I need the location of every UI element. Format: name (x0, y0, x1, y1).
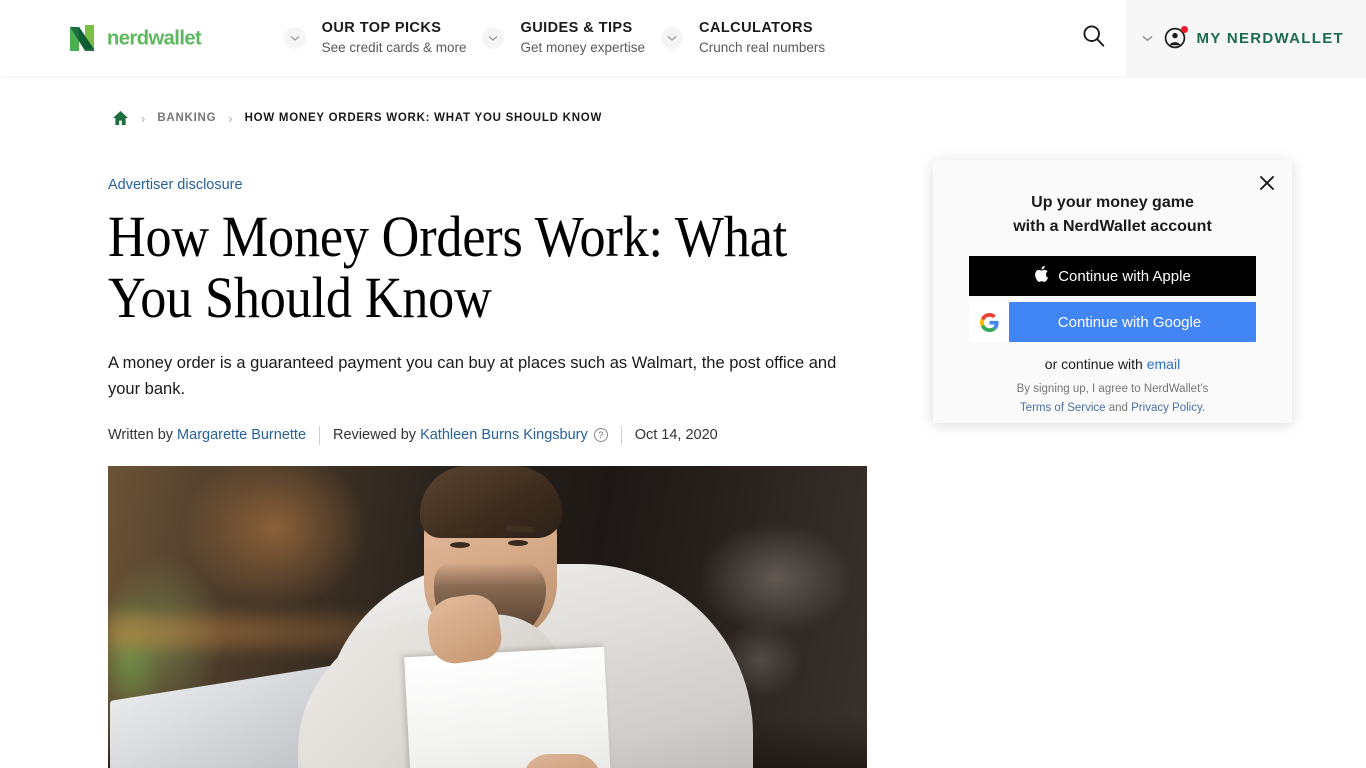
byline: Written by Margarette Burnette Reviewed … (108, 424, 900, 446)
nav-group-top-picks: OUR TOP PICKS See credit cards & more (283, 20, 483, 56)
svg-text:nerdwallet: nerdwallet (107, 27, 202, 49)
hero-person-eye-left (450, 542, 470, 548)
nerdwallet-logo-icon (68, 23, 98, 53)
continue-with-apple-button[interactable]: Continue with Apple (969, 256, 1256, 296)
article-header: Advertiser disclosure How Money Orders W… (0, 118, 900, 446)
close-icon[interactable] (1256, 172, 1278, 194)
hero-image (108, 466, 867, 768)
or-continue-label: or continue with (1044, 356, 1147, 372)
primary-nav: OUR TOP PICKS See credit cards & more GU… (283, 0, 841, 76)
hero-paper (404, 646, 612, 768)
logo-link[interactable]: nerdwallet (0, 0, 254, 76)
continue-with-google-button[interactable]: Continue with Google (969, 302, 1256, 342)
publish-date: Oct 14, 2020 (634, 427, 718, 443)
hero-person-hair (420, 466, 562, 538)
reviewer-link[interactable]: Kathleen Burns Kingsbury (420, 427, 588, 443)
chevron-down-icon[interactable] (661, 27, 684, 49)
author-link[interactable]: Margarette Burnette (177, 427, 306, 443)
site-header: nerdwallet OUR TOP PICKS See credit card… (0, 0, 1366, 76)
my-nerdwallet-label: MY NERDWALLET (1196, 29, 1344, 47)
legal-period: . (1201, 402, 1206, 414)
legal-text: By signing up, I agree to NerdWallet’s T… (933, 380, 1292, 418)
chevron-down-icon (1142, 29, 1153, 47)
page-content: › BANKING › HOW MONEY ORDERS WORK: WHAT … (0, 76, 1366, 768)
nav-item-our-top-picks[interactable]: OUR TOP PICKS See credit cards & more (306, 20, 483, 56)
advertiser-disclosure-link[interactable]: Advertiser disclosure (108, 177, 243, 193)
nav-item-subtitle: Get money expertise (520, 40, 646, 55)
nav-group-guides-tips: GUIDES & TIPS Get money expertise (482, 20, 661, 56)
legal-line-1: By signing up, I agree to NerdWallet’s (1016, 383, 1209, 395)
nav-item-title: GUIDES & TIPS (520, 20, 633, 36)
nav-item-subtitle: See credit cards & more (321, 40, 467, 55)
email-signup-link[interactable]: email (1147, 356, 1180, 372)
nav-item-subtitle: Crunch real numbers (699, 40, 826, 55)
search-button[interactable] (1062, 0, 1126, 76)
notification-dot (1180, 26, 1188, 33)
signup-modal: Up your money game with a NerdWallet acc… (933, 160, 1292, 423)
legal-and: and (1105, 402, 1132, 414)
modal-title-line1: Up your money game (1031, 194, 1194, 211)
reviewed-by-label: Reviewed by (333, 427, 417, 443)
byline-divider (620, 425, 622, 445)
header-right-actions: MY NERDWALLET (1062, 0, 1366, 76)
my-nerdwallet-button[interactable]: MY NERDWALLET (1125, 0, 1366, 76)
nav-item-title: OUR TOP PICKS (321, 20, 442, 36)
avatar-icon (1164, 26, 1188, 49)
chevron-down-icon[interactable] (482, 27, 505, 49)
question-mark-icon[interactable]: ? (593, 428, 608, 442)
nav-item-guides-and-tips[interactable]: GUIDES & TIPS Get money expertise (504, 20, 661, 56)
terms-of-service-link[interactable]: Terms of Service (1020, 402, 1106, 414)
apple-button-label: Continue with Apple (1058, 267, 1191, 285)
nav-item-title: CALCULATORS (699, 20, 813, 36)
legal-line-2: Terms of Service and Privacy Policy. (933, 399, 1292, 418)
nerdwallet-wordmark: nerdwallet (107, 27, 254, 49)
byline-divider (319, 425, 321, 445)
google-icon (969, 302, 1009, 342)
or-continue-with-row: or continue with email (933, 356, 1292, 372)
hero-person-eye-right (508, 540, 528, 546)
nav-group-calculators: CALCULATORS Crunch real numbers (661, 20, 841, 56)
apple-icon (1034, 265, 1049, 288)
breadcrumb: › BANKING › HOW MONEY ORDERS WORK: WHAT … (0, 76, 1366, 125)
privacy-policy-link[interactable]: Privacy Policy (1131, 402, 1202, 414)
google-button-label: Continue with Google (1057, 313, 1202, 331)
nav-item-calculators[interactable]: CALCULATORS Crunch real numbers (683, 20, 841, 56)
modal-title-line2: with a NerdWallet account (1013, 218, 1212, 235)
modal-title: Up your money game with a NerdWallet acc… (933, 160, 1292, 239)
chevron-down-icon[interactable] (283, 27, 306, 49)
written-by-label: Written by (108, 427, 174, 443)
page-title: How Money Orders Work: What You Should K… (108, 204, 788, 330)
search-icon (1082, 24, 1105, 52)
article-dek: A money order is a guaranteed payment yo… (108, 354, 837, 398)
breadcrumb-item-current: HOW MONEY ORDERS WORK: WHAT YOU SHOULD K… (244, 112, 603, 124)
